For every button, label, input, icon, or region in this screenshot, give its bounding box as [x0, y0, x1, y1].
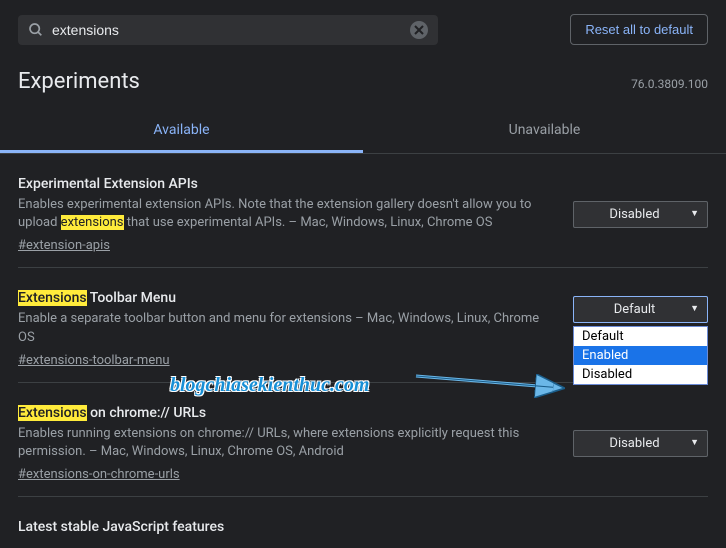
reset-all-button[interactable]: Reset all to default — [570, 14, 708, 45]
flag-description: Enables experimental extension APIs. Not… — [18, 196, 553, 232]
tabs: Available Unavailable — [0, 110, 726, 154]
flag-permalink[interactable]: #extensions-on-chrome-urls — [18, 467, 180, 482]
flag-extensions-on-chrome-urls: Extensions on chrome:// URLs Enables run… — [18, 383, 708, 497]
dropdown-option-enabled[interactable]: Enabled — [574, 346, 707, 365]
flag-title: Extensions Toolbar Menu — [18, 290, 553, 306]
tab-available[interactable]: Available — [0, 110, 363, 153]
clear-search-icon[interactable] — [410, 21, 428, 39]
flag-title: Extensions on chrome:// URLs — [18, 405, 553, 421]
dropdown-option-disabled[interactable]: Disabled — [574, 365, 707, 384]
flag-extension-apis: Experimental Extension APIs Enables expe… — [18, 154, 708, 268]
flag-permalink[interactable]: #extensions-toolbar-menu — [18, 353, 170, 368]
flag-latest-js-features: Latest stable JavaScript features — [18, 497, 708, 539]
search-highlight: extensions — [61, 215, 124, 230]
page-title: Experiments — [18, 69, 140, 94]
flag-title: Latest stable JavaScript features — [18, 519, 708, 535]
search-input[interactable] — [52, 22, 410, 38]
flag-select-dropdown: Default Enabled Disabled — [573, 326, 708, 385]
version-label: 76.0.3809.100 — [631, 77, 708, 91]
flag-select-extension-apis[interactable]: Disabled — [573, 201, 708, 228]
flag-select-extensions-on-chrome-urls[interactable]: Disabled — [573, 430, 708, 457]
flag-extensions-toolbar-menu: Extensions Toolbar Menu Enable a separat… — [18, 268, 708, 382]
flag-permalink[interactable]: #extension-apis — [18, 238, 110, 253]
tab-unavailable[interactable]: Unavailable — [363, 110, 726, 153]
search-highlight: Extensions — [18, 405, 87, 421]
flag-description: Enable a separate toolbar button and men… — [18, 310, 553, 346]
flag-description: Enables running extensions on chrome:// … — [18, 425, 553, 461]
search-highlight: Extensions — [18, 290, 87, 306]
search-icon — [28, 22, 44, 38]
dropdown-option-default[interactable]: Default — [574, 327, 707, 346]
flag-select-extensions-toolbar-menu[interactable]: Default — [573, 296, 708, 323]
flag-title: Experimental Extension APIs — [18, 176, 553, 192]
search-box[interactable] — [18, 15, 438, 45]
